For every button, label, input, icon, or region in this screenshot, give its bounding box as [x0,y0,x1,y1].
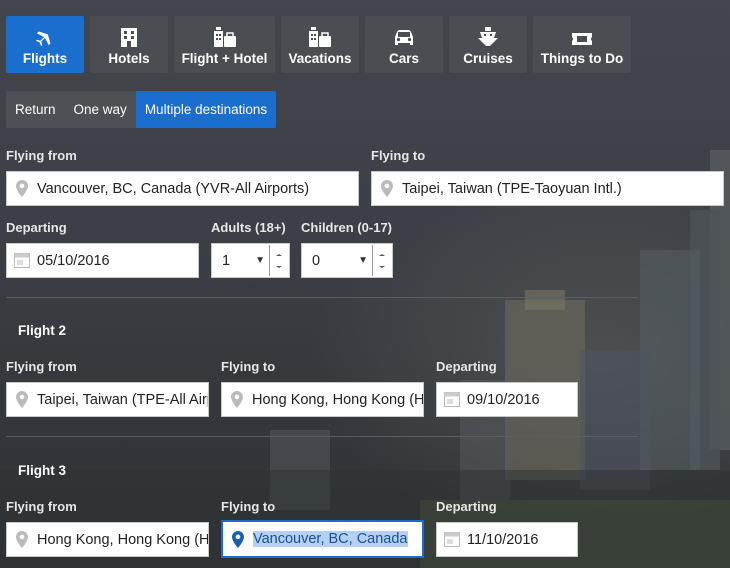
tab-flight-hotel[interactable]: Flight + Hotel [174,16,275,73]
adults-value: 1 [222,252,231,269]
trip-type-return[interactable]: Return [6,91,65,128]
flight2-to-field[interactable]: Hong Kong, Hong Kong (HKG) [221,382,424,417]
hotel-icon [120,23,138,47]
flight2-departing-field[interactable]: 09/10/2016 [436,382,578,417]
chevron-down-icon: ▼ [255,255,265,266]
flight1-from-label: Flying from [6,148,77,163]
chevron-down-icon: ▼ [358,255,368,266]
flight1-to-value: Taipei, Taiwan (TPE-Taoyuan Intl.) [402,180,622,197]
children-value: 0 [312,252,321,269]
location-pin-icon [7,180,37,197]
tab-flights[interactable]: Flights [6,16,84,73]
divider [6,436,638,437]
flight1-from-field[interactable]: Vancouver, BC, Canada (YVR-All Airports) [6,171,359,206]
car-icon [393,23,415,47]
select-arrow-icon [372,245,391,276]
tab-things-to-do[interactable]: Things to Do [533,16,631,73]
flight3-from-field[interactable]: Hong Kong, Hong Kong (HKG) [6,522,209,557]
adults-select[interactable]: 1 ▼ [211,243,290,278]
children-label: Children (0-17) [301,220,393,235]
calendar-icon [437,392,467,407]
flight2-from-label: Flying from [6,359,77,374]
location-pin-icon [7,391,37,408]
tab-cars[interactable]: Cars [365,16,443,73]
flight1-departing-label: Departing [6,220,67,235]
flight3-departing-label: Departing [436,499,497,514]
flight3-departing-field[interactable]: 11/10/2016 [436,522,578,557]
flight3-to-label: Flying to [221,499,276,514]
adults-label: Adults (18+) [211,220,286,235]
flight3-to-field[interactable]: Vancouver, BC, Canada [221,520,424,558]
flight2-from-value: Taipei, Taiwan (TPE-All Airports) [37,391,208,408]
location-pin-icon [372,180,402,197]
tab-hotels[interactable]: Hotels [90,16,168,73]
flight1-to-field[interactable]: Taipei, Taiwan (TPE-Taoyuan Intl.) [371,171,724,206]
select-arrow-icon [269,245,288,276]
trip-type-selector: Return One way Multiple destinations [6,91,277,128]
flight1-departing-field[interactable]: 05/10/2016 [6,243,199,278]
divider [6,297,638,298]
trip-type-multiple-destinations[interactable]: Multiple destinations [135,91,277,128]
plane-icon [34,23,56,47]
vacation-icon [308,23,332,47]
flight2-title: Flight 2 [18,323,66,338]
children-select[interactable]: 0 ▼ [301,243,393,278]
selected-text: Vancouver, BC, Canada [253,531,408,547]
product-tabs: Flights Hotels Flight + Hotel Vacations … [6,16,631,73]
flight2-departing-label: Departing [436,359,497,374]
tab-vacations[interactable]: Vacations [281,16,359,73]
trip-type-one-way[interactable]: One way [65,91,136,128]
flight2-from-field[interactable]: Taipei, Taiwan (TPE-All Airports) [6,382,209,417]
calendar-icon [7,253,37,268]
flight2-to-label: Flying to [221,359,276,374]
location-pin-icon [7,531,37,548]
location-pin-icon [222,391,252,408]
calendar-icon [437,532,467,547]
flight3-from-label: Flying from [6,499,77,514]
flight1-from-value: Vancouver, BC, Canada (YVR-All Airports) [37,180,310,197]
flight3-title: Flight 3 [18,463,66,478]
flight-hotel-icon [213,23,237,47]
location-pin-icon [223,530,253,548]
flight3-from-value: Hong Kong, Hong Kong (HKG) [37,531,208,548]
flight2-to-value: Hong Kong, Hong Kong (HKG) [252,391,423,408]
tab-cruises[interactable]: Cruises [449,16,527,73]
flight1-to-label: Flying to [371,148,426,163]
ticket-icon [571,23,593,47]
flight3-to-value: Vancouver, BC, Canada [253,531,422,547]
cruise-icon [477,23,499,47]
flight3-departing-value: 11/10/2016 [467,531,539,548]
flight2-departing-value: 09/10/2016 [467,391,540,408]
flight1-departing-value: 05/10/2016 [37,252,110,269]
